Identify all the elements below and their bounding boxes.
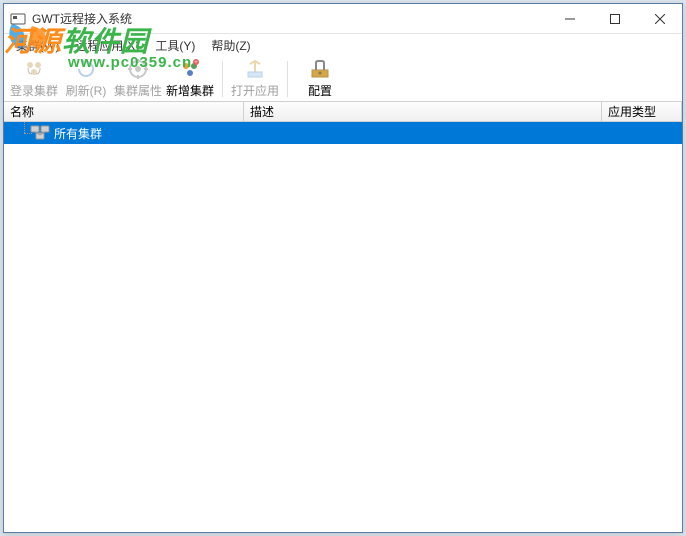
- svg-text:+: +: [194, 60, 198, 66]
- toolbar: 登录集群 刷新(R) 集群属性 + 新增集群 打开应用: [4, 56, 682, 102]
- maximize-button[interactable]: [592, 4, 637, 33]
- content-area: 名称 描述 应用类型 所有集群: [4, 102, 682, 532]
- tree-row-all-clusters[interactable]: 所有集群: [4, 122, 682, 144]
- config-button[interactable]: 配置: [296, 58, 344, 100]
- tree-label: 所有集群: [54, 125, 102, 142]
- open-app-icon: [244, 58, 266, 80]
- window-controls: [547, 4, 682, 33]
- menubar: 集群(W) 远程应用(X) 工具(Y) 帮助(Z): [4, 34, 682, 56]
- minimize-button[interactable]: [547, 4, 592, 33]
- new-cluster-icon: +: [179, 58, 201, 80]
- app-window: 河源软件园 www.pc0359.cn GWT远程接入系统 集群(W) 远程应用…: [3, 3, 683, 533]
- menu-tools[interactable]: 工具(Y): [147, 35, 203, 56]
- column-type[interactable]: 应用类型: [602, 102, 682, 121]
- refresh-button[interactable]: 刷新(R): [62, 58, 110, 100]
- cluster-props-icon: [127, 58, 149, 80]
- cluster-group-icon: [30, 124, 50, 142]
- open-app-button[interactable]: 打开应用: [231, 58, 279, 100]
- new-cluster-button[interactable]: + 新增集群: [166, 58, 214, 100]
- column-headers: 名称 描述 应用类型: [4, 102, 682, 122]
- cluster-props-button[interactable]: 集群属性: [114, 58, 162, 100]
- column-name[interactable]: 名称: [4, 102, 244, 121]
- menu-remote-app[interactable]: 远程应用(X): [67, 35, 147, 56]
- refresh-icon: [75, 58, 97, 80]
- tree-connector: [18, 122, 30, 144]
- column-desc[interactable]: 描述: [244, 102, 602, 121]
- login-cluster-button[interactable]: 登录集群: [10, 58, 58, 100]
- menu-help[interactable]: 帮助(Z): [203, 35, 258, 56]
- titlebar: GWT远程接入系统: [4, 4, 682, 34]
- tree-view[interactable]: 所有集群: [4, 122, 682, 532]
- window-title: GWT远程接入系统: [32, 10, 547, 27]
- toolbar-separator: [222, 61, 223, 97]
- login-cluster-icon: [23, 58, 45, 80]
- toolbar-separator: [287, 61, 288, 97]
- close-button[interactable]: [637, 4, 682, 33]
- config-icon: [309, 58, 331, 80]
- menu-cluster[interactable]: 集群(W): [8, 35, 67, 56]
- app-icon: [10, 11, 26, 27]
